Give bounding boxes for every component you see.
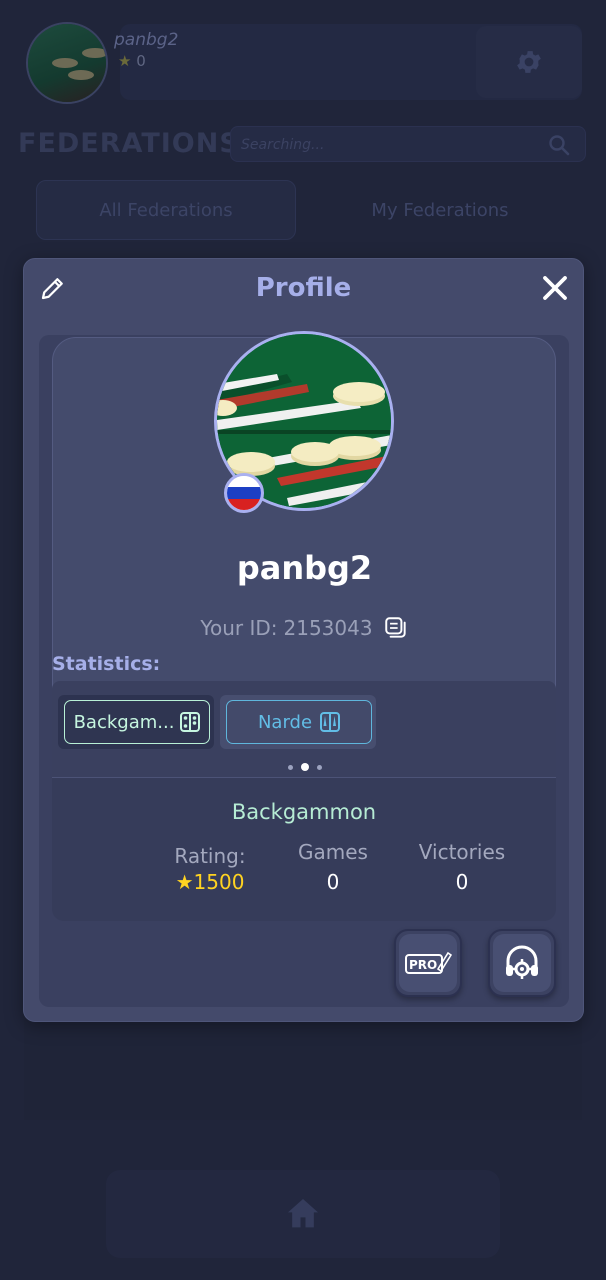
pagination-dot[interactable] [317,764,322,770]
gear-icon [517,51,541,73]
search-input[interactable] [241,133,531,157]
game-stats-panel: Backgammon Rating: ★1500 Games 0 Victori… [52,777,556,921]
victories-label: Victories [418,840,506,864]
close-icon [543,276,567,300]
tab-backgammon-label: Backgam... [73,711,175,733]
rating-stat: Rating: ★1500 [150,844,270,894]
selected-game-title: Backgammon [231,800,377,824]
tabs-pagination [288,763,322,771]
header-stars: ★ 0 [118,52,146,70]
country-flag-icon [224,473,264,513]
games-value: 0 [326,870,340,894]
user-id-value: 2153043 [283,616,373,640]
rating-label: Rating: [174,844,246,868]
rating-value: 1500 [193,870,245,894]
pagination-dot-active[interactable] [301,763,309,771]
header-username: panbg2 [114,30,179,50]
header-stars-count: 0 [136,52,146,70]
victories-value: 0 [455,870,469,894]
search-icon[interactable] [547,133,571,157]
svg-text:PRO: PRO [409,958,437,972]
background-content-block [24,1020,582,1120]
tab-narde[interactable]: Narde [220,695,376,749]
settings-button[interactable] [476,26,582,98]
user-id-label: Your ID: [200,616,278,640]
support-icon [506,945,538,979]
close-button[interactable] [540,273,570,303]
header-avatar[interactable] [26,22,108,104]
page-title: FEDERATIONS [18,128,240,159]
victories-stat: Victories 0 [392,840,532,894]
backgammon-board-icon [180,712,201,732]
game-tabs-panel: Backgam... Narde [52,681,556,777]
search-field[interactable] [230,126,586,162]
tab-my-federations[interactable]: My Federations [310,180,570,240]
profile-modal: Profile panbg2 Your ID: 2153043 Statisti… [23,258,584,1022]
home-icon[interactable] [283,1194,323,1234]
tab-all-federations[interactable]: All Federations [36,180,296,240]
user-id-row: Your ID: 2153043 [24,615,585,641]
star-icon: ★ [118,52,132,70]
tab-backgammon[interactable]: Backgam... [58,695,214,749]
profile-username: panbg2 [236,549,373,587]
rating-value-row: ★1500 [150,870,270,894]
games-label: Games [298,840,368,864]
pro-button[interactable]: PRO [394,929,462,997]
star-icon: ★ [175,870,194,894]
pagination-dot[interactable] [288,764,293,770]
modal-title: Profile [255,273,352,303]
narde-board-icon [320,712,341,732]
tab-narde-label: Narde [257,711,313,733]
bottom-nav-bar [106,1170,500,1258]
copy-icon[interactable] [383,615,409,641]
support-button[interactable] [488,929,556,997]
statistics-heading: Statistics: [52,653,161,675]
games-stat: Games 0 [268,840,398,894]
pro-badge-icon: PRO [405,951,452,974]
